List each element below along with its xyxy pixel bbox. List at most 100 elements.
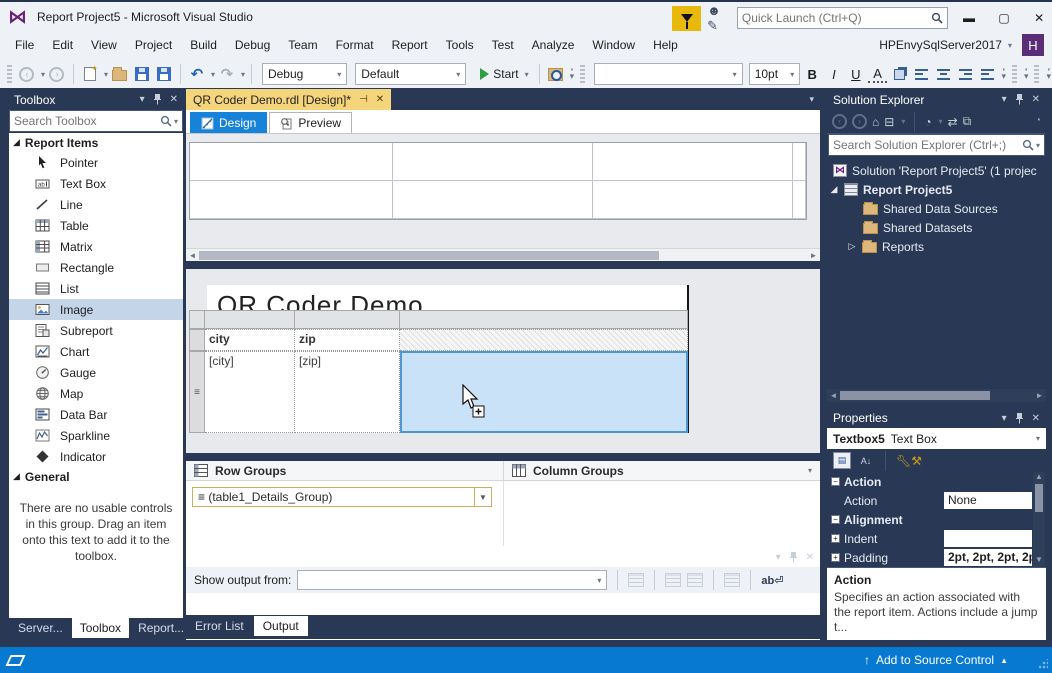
property-category-action[interactable]: − Action bbox=[827, 472, 1046, 491]
header-cell-empty[interactable] bbox=[400, 329, 688, 351]
toolbox-item-data-bar[interactable]: Data Bar bbox=[9, 404, 183, 425]
previous-message-icon[interactable] bbox=[665, 573, 681, 587]
close-icon[interactable]: ✕ bbox=[376, 94, 384, 105]
menu-report[interactable]: Report bbox=[383, 34, 437, 56]
toolbar-overflow-button[interactable]: ''▾ bbox=[1001, 70, 1005, 78]
property-row-action[interactable]: Action None bbox=[827, 491, 1046, 510]
toggle-word-wrap-icon[interactable]: ab⏎ bbox=[761, 574, 783, 587]
document-tab[interactable]: QR Coder Demo.rdl [Design]* ⊣ ✕ bbox=[186, 89, 391, 110]
window-position-menu-icon[interactable]: ▾ bbox=[140, 94, 145, 105]
toolbox-item-map[interactable]: Map bbox=[9, 383, 183, 404]
tab-error-list[interactable]: Error List bbox=[186, 616, 253, 636]
toolbox-search-input[interactable] bbox=[14, 114, 160, 128]
property-row-indent[interactable]: + Indent bbox=[827, 529, 1046, 548]
account-menu[interactable]: HPEnvySqlServer2017 ▾ bbox=[879, 38, 1012, 52]
align-right-button[interactable] bbox=[955, 62, 975, 86]
menu-view[interactable]: View bbox=[82, 34, 126, 56]
toolbox-item-image[interactable]: Image bbox=[9, 299, 183, 320]
property-row-padding[interactable]: + Padding 2pt, 2pt, 2pt, 2p bbox=[827, 548, 1046, 567]
title-bar[interactable]: ⋈ Report Project5 - Microsoft Visual Stu… bbox=[0, 2, 1052, 32]
font-family-dropdown[interactable]: ▾ bbox=[594, 63, 743, 85]
attach-to-process-button[interactable] bbox=[546, 62, 566, 86]
tab-toolbox[interactable]: Toolbox bbox=[72, 618, 129, 638]
tab-output[interactable]: Output bbox=[254, 616, 308, 636]
sync-with-active-document-icon[interactable]: ⇄ bbox=[948, 115, 958, 129]
close-icon[interactable]: ✕ bbox=[170, 94, 178, 105]
home-icon[interactable]: ⌂ bbox=[872, 115, 879, 129]
output-title-bar[interactable]: Output ▾ ✕ bbox=[186, 547, 820, 567]
properties-object-selector[interactable]: Textbox5 Text Box ▾ bbox=[827, 428, 1046, 449]
scroll-left-icon[interactable]: ◄ bbox=[186, 251, 199, 260]
close-icon[interactable]: ✕ bbox=[1032, 94, 1040, 105]
solution-explorer-search-box[interactable]: ▾ bbox=[828, 134, 1045, 156]
back-button[interactable]: ‹ bbox=[832, 114, 847, 129]
menu-debug[interactable]: Debug bbox=[226, 34, 279, 56]
window-position-menu-icon[interactable]: ▾ bbox=[1002, 94, 1007, 105]
avatar[interactable]: H bbox=[1022, 34, 1044, 56]
properties-vertical-scrollbar[interactable]: ▲ ▼ bbox=[1033, 472, 1045, 567]
property-category-alignment[interactable]: − Alignment bbox=[827, 510, 1046, 529]
properties-title-bar[interactable]: Properties ▾ ✕ bbox=[827, 408, 1046, 428]
redo-button[interactable]: ↷ bbox=[217, 62, 237, 86]
menu-window[interactable]: Window bbox=[583, 34, 644, 56]
menu-edit[interactable]: Edit bbox=[43, 34, 82, 56]
expand-box-icon[interactable]: + bbox=[831, 553, 840, 562]
collapse-box-icon[interactable]: − bbox=[831, 477, 840, 486]
solution-explorer-title-bar[interactable]: Solution Explorer ▾ ✕ bbox=[827, 89, 1046, 110]
toolbar-overflow-button[interactable]: '' bbox=[1038, 120, 1039, 124]
filter-quick-action-button[interactable] bbox=[672, 6, 701, 31]
collapse-box-icon[interactable]: − bbox=[831, 515, 840, 524]
toolbar-overflow-button[interactable]: ''▾ bbox=[570, 70, 574, 78]
menu-format[interactable]: Format bbox=[327, 34, 383, 56]
table-corner-handle[interactable] bbox=[189, 310, 205, 329]
menu-team[interactable]: Team bbox=[279, 34, 326, 56]
find-message-icon[interactable] bbox=[628, 573, 644, 587]
menu-help[interactable]: Help bbox=[644, 34, 687, 56]
new-project-button[interactable] bbox=[80, 62, 100, 86]
toolbar-grip[interactable] bbox=[1012, 65, 1017, 83]
tree-item-project[interactable]: ◢ Report Project5 bbox=[827, 180, 1046, 199]
tab-server-explorer[interactable]: Server... bbox=[10, 618, 71, 638]
solution-platform-dropdown[interactable]: Default ▾ bbox=[355, 63, 466, 85]
toolbox-item-text-box[interactable]: ab Text Box bbox=[9, 173, 183, 194]
scroll-up-icon[interactable]: ▲ bbox=[1035, 472, 1043, 484]
scroll-right-icon[interactable]: ► bbox=[1033, 391, 1046, 400]
close-icon[interactable]: ✕ bbox=[806, 552, 814, 563]
scroll-right-icon[interactable]: ► bbox=[807, 251, 820, 260]
toolbox-item-indicator[interactable]: Indicator bbox=[9, 446, 183, 467]
add-to-source-control-button[interactable]: ↑ Add to Source Control ▲ bbox=[864, 653, 1008, 667]
toolbox-item-rectangle[interactable]: Rectangle bbox=[9, 257, 183, 278]
collapse-all-icon[interactable]: ⊟ bbox=[884, 115, 894, 129]
toolbox-search-box[interactable]: ▾ bbox=[9, 110, 183, 132]
pin-icon[interactable]: ⊣ bbox=[359, 94, 368, 105]
collapsed-arrow-icon[interactable]: ▷ bbox=[847, 241, 857, 252]
pin-icon[interactable] bbox=[1015, 94, 1024, 105]
start-debugging-button[interactable]: Start ▾ bbox=[476, 62, 532, 86]
toolbar-grip[interactable] bbox=[580, 65, 585, 83]
toolbox-item-chart[interactable]: Chart bbox=[9, 341, 183, 362]
menu-project[interactable]: Project bbox=[126, 34, 181, 56]
toolbar-grip[interactable] bbox=[1034, 65, 1039, 83]
toolbox-group-report-items[interactable]: ◢ Report Items bbox=[9, 133, 183, 152]
toolbox-item-gauge[interactable]: Gauge bbox=[9, 362, 183, 383]
chevron-down-icon[interactable]: ▼ bbox=[474, 488, 491, 506]
font-family-input[interactable] bbox=[600, 67, 733, 81]
data-cell-selected[interactable] bbox=[400, 351, 688, 433]
tree-item-shared-datasets[interactable]: Shared Datasets bbox=[827, 218, 1046, 237]
tree-item-shared-data-sources[interactable]: Shared Data Sources bbox=[827, 199, 1046, 218]
column-handle[interactable] bbox=[295, 310, 400, 329]
resize-grip[interactable] bbox=[1038, 659, 1048, 669]
output-content[interactable] bbox=[186, 593, 820, 615]
underline-button[interactable]: U bbox=[846, 67, 866, 82]
column-handle[interactable] bbox=[400, 310, 688, 329]
properties-window-icon[interactable]: ⧉ bbox=[963, 114, 972, 129]
next-message-icon[interactable] bbox=[687, 573, 703, 587]
forward-button[interactable]: › bbox=[852, 114, 867, 129]
toolbox-item-sparkline[interactable]: Sparkline bbox=[9, 425, 183, 446]
window-position-menu-icon[interactable]: ▾ bbox=[1002, 413, 1007, 424]
property-value-action[interactable]: None bbox=[944, 492, 1032, 509]
maximize-button[interactable]: ▢ bbox=[990, 6, 1019, 31]
toolbar-overflow-button[interactable]: ''▾ bbox=[1046, 70, 1050, 78]
tab-preview[interactable]: Preview bbox=[269, 112, 352, 133]
row-handle[interactable]: ≡ bbox=[189, 351, 205, 433]
